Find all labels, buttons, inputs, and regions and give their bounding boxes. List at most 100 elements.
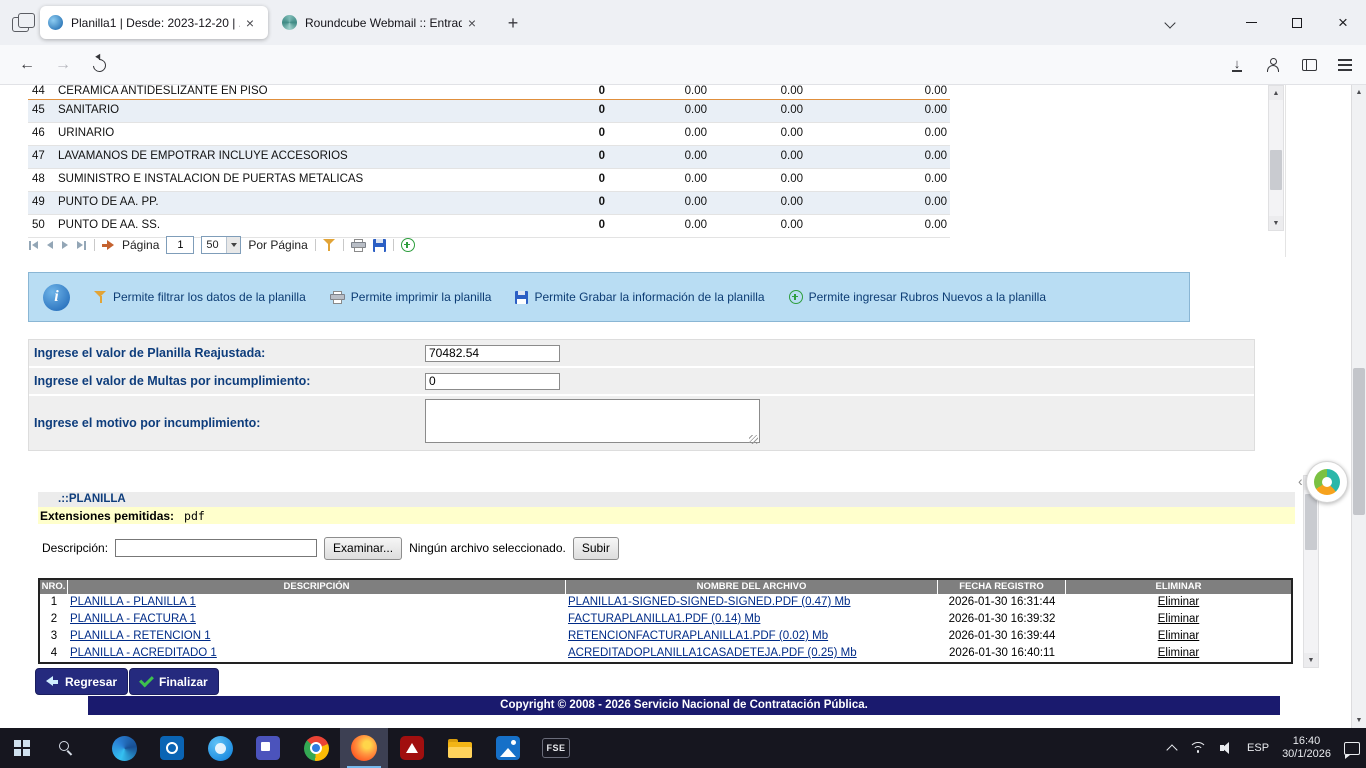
window-maximize-button[interactable] bbox=[1274, 0, 1320, 45]
file-desc-link[interactable]: PLANILLA - PLANILLA 1 bbox=[70, 596, 196, 608]
scroll-up-arrow[interactable]: ▲ bbox=[1269, 86, 1283, 100]
taskbar-app-firefox[interactable] bbox=[340, 728, 388, 768]
file-desc-link[interactable]: PLANILLA - FACTURA 1 bbox=[70, 613, 196, 625]
hidden-icons-chevron[interactable] bbox=[1166, 744, 1177, 755]
cell-value: 0.00 bbox=[608, 192, 710, 214]
firefox-view-icon[interactable] bbox=[12, 13, 34, 32]
taskbar-search-button[interactable] bbox=[44, 728, 88, 768]
new-tab-button[interactable]: + bbox=[500, 10, 526, 36]
form-row: Ingrese el motivo por incumplimiento: bbox=[29, 396, 1254, 450]
forward-button[interactable]: → bbox=[48, 50, 78, 80]
subir-button[interactable]: Subir bbox=[573, 537, 619, 560]
scrollbar-thumb[interactable] bbox=[1270, 150, 1282, 190]
volume-icon[interactable] bbox=[1220, 742, 1234, 754]
go-to-page-icon[interactable] bbox=[102, 240, 115, 250]
per-page-select[interactable]: 50 bbox=[201, 236, 241, 254]
taskbar-clock[interactable]: 16:40 30/1/2026 bbox=[1282, 735, 1331, 762]
reajustada-label: Ingrese el valor de Planilla Reajustada: bbox=[29, 340, 425, 366]
motivo-textarea[interactable] bbox=[425, 399, 760, 443]
language-indicator[interactable]: ESP bbox=[1247, 742, 1269, 754]
cell-value: 0.00 bbox=[806, 169, 950, 191]
multas-input[interactable] bbox=[425, 373, 560, 390]
tab-close-icon[interactable]: × bbox=[240, 13, 260, 33]
scroll-down-arrow[interactable]: ▼ bbox=[1304, 653, 1318, 667]
extensions-label: Extensiones pemitidas: bbox=[38, 509, 174, 523]
prev-page-button[interactable] bbox=[46, 241, 54, 249]
eliminar-link[interactable]: Eliminar bbox=[1158, 647, 1200, 659]
print-icon[interactable] bbox=[351, 239, 366, 252]
first-page-button[interactable] bbox=[28, 241, 39, 250]
per-page-value: 50 bbox=[202, 239, 226, 251]
start-button[interactable] bbox=[0, 728, 44, 768]
file-name-link[interactable]: ACREDITADOPLANILLA1CASADETEJA.PDF (0.25)… bbox=[568, 647, 857, 659]
select-dropdown-icon[interactable] bbox=[226, 237, 240, 253]
files-table: NRO. DESCRIPCIÓN NOMBRE DEL ARCHIVO FECH… bbox=[38, 578, 1293, 664]
table-row: 45 SANITARIO 0 0.00 0.00 0.00 bbox=[28, 100, 950, 123]
cell-value: 0.00 bbox=[608, 100, 710, 122]
descripcion-input[interactable] bbox=[115, 539, 317, 557]
rubros-scrollbar[interactable]: ▲ ▼ bbox=[1268, 85, 1284, 231]
next-page-button[interactable] bbox=[61, 241, 69, 249]
taskbar-app-outlook[interactable] bbox=[148, 728, 196, 768]
reajustada-input[interactable] bbox=[425, 345, 560, 362]
eliminar-link[interactable]: Eliminar bbox=[1158, 613, 1200, 625]
sidebar-button[interactable] bbox=[1294, 50, 1324, 80]
file-name-link[interactable]: RETENCIONFACTURAPLANILLA1.PDF (0.02) Mb bbox=[568, 630, 828, 642]
tab-close-icon[interactable]: × bbox=[462, 13, 482, 33]
files-section-scrollbar[interactable]: ▲ ▼ bbox=[1303, 475, 1319, 668]
hamburger-icon bbox=[1338, 59, 1352, 61]
file-fecha: 2026-01-30 16:40:11 bbox=[938, 645, 1066, 662]
file-name-link[interactable]: FACTURAPLANILLA1.PDF (0.14) Mb bbox=[568, 613, 760, 625]
table-row: 47 LAVAMANOS DE EMPOTRAR INCLUYE ACCESOR… bbox=[28, 146, 950, 169]
scroll-down-arrow[interactable]: ▼ bbox=[1269, 216, 1283, 230]
file-desc-link[interactable]: PLANILLA - RETENCION 1 bbox=[70, 630, 211, 642]
files-table-header: NRO. DESCRIPCIÓN NOMBRE DEL ARCHIVO FECH… bbox=[40, 580, 1291, 594]
sidebar-icon bbox=[1302, 59, 1317, 71]
app-menu-button[interactable] bbox=[1330, 50, 1360, 80]
taskbar-app-edge[interactable] bbox=[100, 728, 148, 768]
eliminar-link[interactable]: Eliminar bbox=[1158, 630, 1200, 642]
scrollbar-thumb[interactable] bbox=[1353, 368, 1365, 515]
taskbar-app-file-explorer[interactable] bbox=[436, 728, 484, 768]
window-close-button[interactable]: × bbox=[1320, 0, 1366, 45]
add-rubro-icon[interactable] bbox=[401, 238, 415, 252]
main-scrollbar[interactable]: ▲ ▼ bbox=[1351, 85, 1366, 728]
action-center-icon[interactable] bbox=[1344, 742, 1360, 755]
list-all-tabs-icon[interactable] bbox=[1160, 14, 1180, 34]
finalizar-button[interactable]: Finalizar bbox=[129, 668, 219, 695]
taskbar-app-skype[interactable] bbox=[196, 728, 244, 768]
info-box: i Permite filtrar los datos de la planil… bbox=[28, 272, 1190, 322]
regresar-button[interactable]: Regresar bbox=[35, 668, 128, 695]
last-page-button[interactable] bbox=[76, 241, 87, 250]
examinar-button[interactable]: Examinar... bbox=[324, 537, 402, 560]
tab-planilla[interactable]: Planilla1 | Desde: 2023-12-20 | ... × bbox=[40, 6, 268, 39]
scroll-down-arrow[interactable]: ▼ bbox=[1352, 713, 1366, 728]
wifi-icon[interactable] bbox=[1189, 742, 1207, 755]
taskbar-app-fse[interactable]: FSE bbox=[532, 728, 580, 768]
taskbar-app-photos[interactable] bbox=[484, 728, 532, 768]
taskbar-app-chrome[interactable] bbox=[292, 728, 340, 768]
table-row: 44 CERAMICA ANTIDESLIZANTE EN PISO 0 0.0… bbox=[28, 85, 950, 100]
widget-collapse-chevron[interactable]: ‹ bbox=[1298, 474, 1308, 488]
back-button[interactable]: ← bbox=[12, 50, 42, 80]
save-icon[interactable] bbox=[373, 239, 386, 252]
file-desc-link[interactable]: PLANILLA - ACREDITADO 1 bbox=[70, 647, 217, 659]
filter-icon[interactable] bbox=[323, 239, 336, 251]
scrollbar-thumb[interactable] bbox=[1305, 494, 1317, 550]
cell-num: 47 bbox=[28, 146, 58, 168]
window-minimize-button[interactable] bbox=[1228, 0, 1274, 45]
taskbar-app-acrobat[interactable] bbox=[388, 728, 436, 768]
file-name-link[interactable]: PLANILLA1-SIGNED-SIGNED-SIGNED.PDF (0.47… bbox=[568, 596, 850, 608]
accessibility-widget-button[interactable] bbox=[1306, 461, 1348, 503]
cell-value: 0.00 bbox=[608, 123, 710, 145]
downloads-button[interactable]: ↓ bbox=[1222, 50, 1252, 80]
account-button[interactable] bbox=[1258, 50, 1288, 80]
edge-icon bbox=[112, 736, 137, 761]
tab-roundcube[interactable]: Roundcube Webmail :: Entrada × bbox=[274, 6, 490, 39]
scroll-up-arrow[interactable]: ▲ bbox=[1352, 85, 1366, 100]
resize-grip-icon[interactable] bbox=[749, 435, 758, 444]
reload-button[interactable] bbox=[84, 50, 114, 80]
eliminar-link[interactable]: Eliminar bbox=[1158, 596, 1200, 608]
page-number-input[interactable] bbox=[166, 236, 194, 254]
taskbar-app-teams[interactable] bbox=[244, 728, 292, 768]
